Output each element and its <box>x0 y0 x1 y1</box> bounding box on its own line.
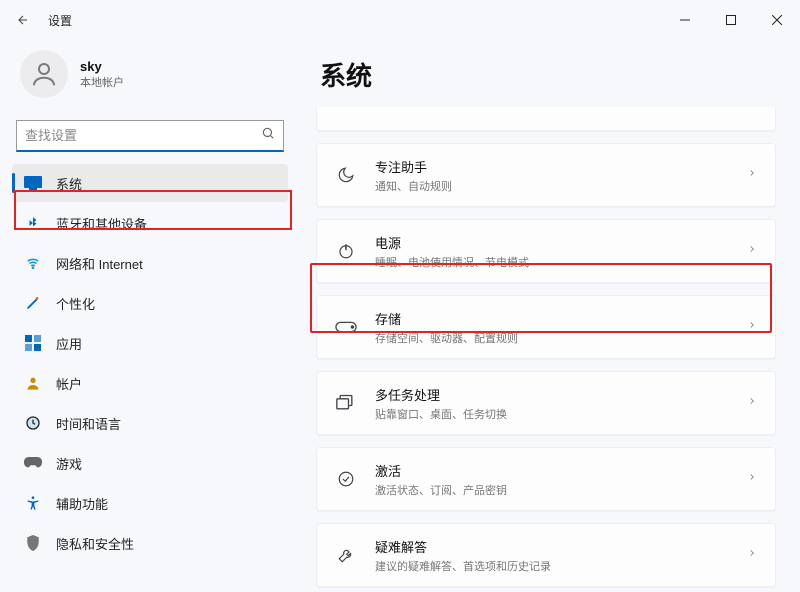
sidebar-item-label: 帐户 <box>56 374 82 393</box>
check-circle-icon <box>335 468 357 490</box>
minimize-button[interactable] <box>662 4 708 36</box>
sidebar-item-network[interactable]: 网络和 Internet <box>12 244 288 282</box>
accessibility-icon <box>24 494 42 512</box>
card-activation[interactable]: 激活 激活状态、订阅、产品密钥 <box>316 447 776 511</box>
maximize-button[interactable] <box>708 4 754 36</box>
wrench-icon <box>335 544 357 566</box>
card-troubleshoot[interactable]: 疑难解答 建议的疑难解答、首选项和历史记录 <box>316 523 776 587</box>
user-name: sky <box>80 59 124 74</box>
sidebar-item-label: 蓝牙和其他设备 <box>56 214 147 233</box>
sidebar-item-apps[interactable]: 应用 <box>12 324 288 362</box>
card-multitask[interactable]: 多任务处理 贴靠窗口、桌面、任务切换 <box>316 371 776 435</box>
chevron-right-icon <box>747 242 757 261</box>
sidebar-item-label: 应用 <box>56 334 82 353</box>
system-icon <box>24 174 42 192</box>
sidebar-item-label: 游戏 <box>56 454 82 473</box>
sidebar-item-gaming[interactable]: 游戏 <box>12 444 288 482</box>
avatar <box>20 50 68 98</box>
sidebar-item-accounts[interactable]: 帐户 <box>12 364 288 402</box>
card-sub: 贴靠窗口、桌面、任务切换 <box>375 406 729 422</box>
paintbrush-icon <box>24 294 42 312</box>
accounts-icon <box>24 374 42 392</box>
gaming-icon <box>24 454 42 472</box>
clock-icon <box>24 414 42 432</box>
search-input[interactable] <box>25 128 261 143</box>
card-title: 存储 <box>375 309 729 328</box>
card-title: 专注助手 <box>375 157 729 176</box>
sidebar-item-label: 网络和 Internet <box>56 254 143 273</box>
card-sub: 通知、自动规则 <box>375 178 729 194</box>
page-title: 系统 <box>320 56 776 93</box>
card-partial-prev[interactable] <box>316 107 776 131</box>
card-sub: 建议的疑难解答、首选项和历史记录 <box>375 558 729 574</box>
card-focus-assist[interactable]: 专注助手 通知、自动规则 <box>316 143 776 207</box>
card-sub: 睡眠、电池使用情况、节电模式 <box>375 254 729 270</box>
sidebar-item-system[interactable]: 系统 <box>12 164 288 202</box>
chevron-right-icon <box>747 470 757 489</box>
search-icon <box>261 126 275 145</box>
card-title: 激活 <box>375 461 729 480</box>
card-power[interactable]: 电源 睡眠、电池使用情况、节电模式 <box>316 219 776 283</box>
card-title: 电源 <box>375 233 729 252</box>
sidebar-item-bluetooth[interactable]: 蓝牙和其他设备 <box>12 204 288 242</box>
sidebar-item-time-language[interactable]: 时间和语言 <box>12 404 288 442</box>
card-storage[interactable]: 存储 存储空间、驱动器、配置规则 <box>316 295 776 359</box>
card-title: 多任务处理 <box>375 385 729 404</box>
apps-icon <box>24 334 42 352</box>
card-sub: 存储空间、驱动器、配置规则 <box>375 330 729 346</box>
chevron-right-icon <box>747 166 757 185</box>
search-box[interactable] <box>16 120 284 152</box>
sidebar-item-privacy[interactable]: 隐私和安全性 <box>12 524 288 562</box>
chevron-right-icon <box>747 546 757 565</box>
sidebar-item-accessibility[interactable]: 辅助功能 <box>12 484 288 522</box>
shield-icon <box>24 534 42 552</box>
power-icon <box>335 240 357 262</box>
wifi-icon <box>24 254 42 272</box>
sidebar-item-label: 隐私和安全性 <box>56 534 134 553</box>
multitask-icon <box>335 392 357 414</box>
user-account-block[interactable]: sky 本地帐户 <box>12 40 288 116</box>
card-title: 疑难解答 <box>375 537 729 556</box>
chevron-right-icon <box>747 318 757 337</box>
sidebar-item-label: 时间和语言 <box>56 414 121 433</box>
bluetooth-icon <box>24 214 42 232</box>
user-sub: 本地帐户 <box>80 74 124 90</box>
window-title: 设置 <box>48 12 72 29</box>
back-button[interactable] <box>14 11 32 29</box>
card-sub: 激活状态、订阅、产品密钥 <box>375 482 729 498</box>
sidebar-item-label: 个性化 <box>56 294 95 313</box>
moon-icon <box>335 164 357 186</box>
chevron-right-icon <box>747 394 757 413</box>
storage-icon <box>335 316 357 338</box>
sidebar-item-label: 系统 <box>56 174 82 193</box>
close-button[interactable] <box>754 4 800 36</box>
sidebar-item-label: 辅助功能 <box>56 494 108 513</box>
sidebar-item-personalization[interactable]: 个性化 <box>12 284 288 322</box>
